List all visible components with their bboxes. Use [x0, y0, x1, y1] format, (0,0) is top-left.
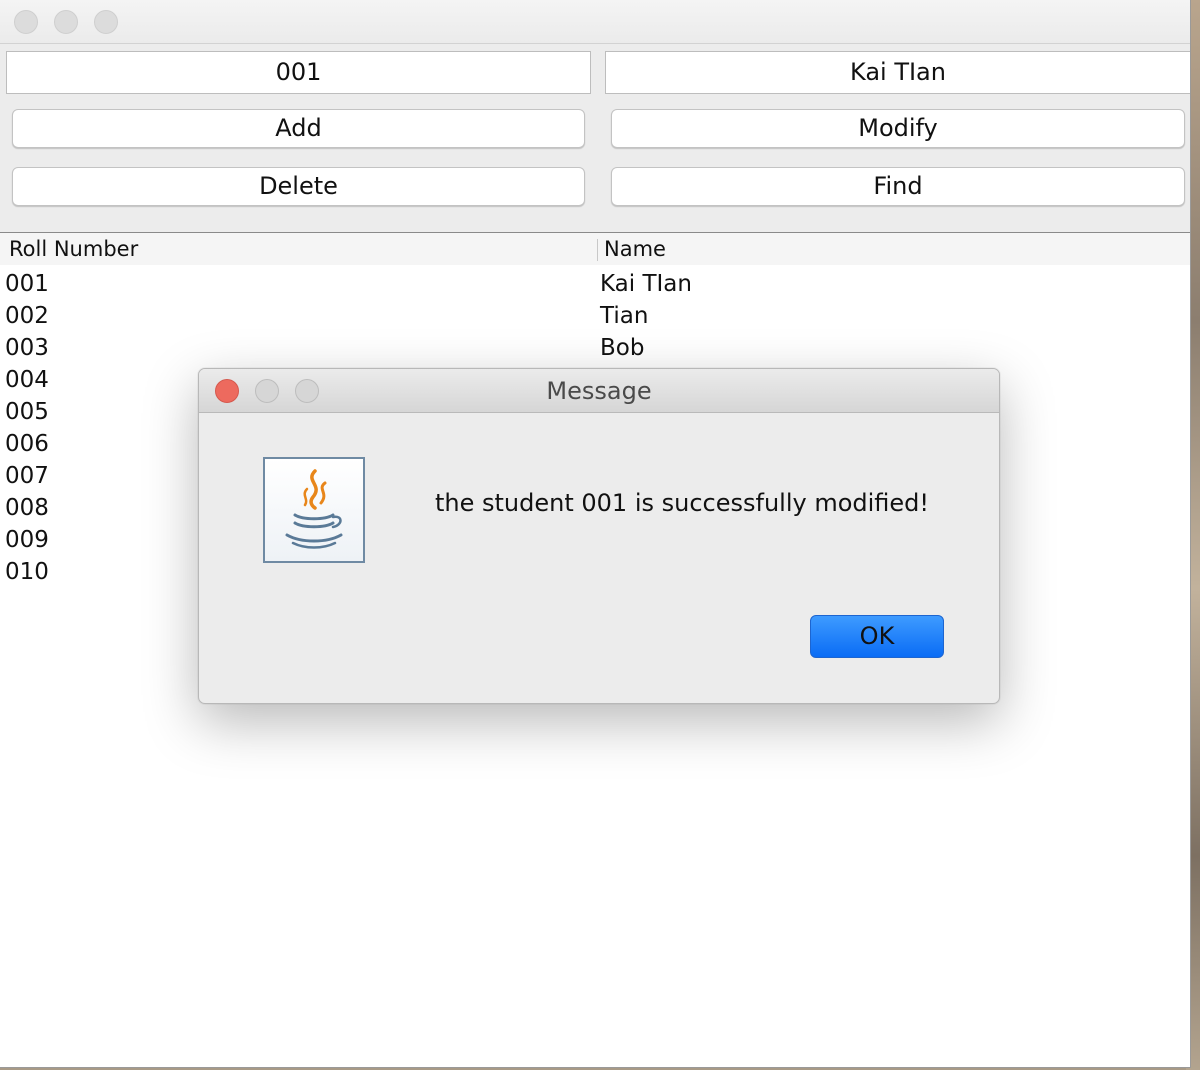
roll-number-field[interactable]: 001 [6, 51, 591, 94]
zoom-window-icon[interactable] [94, 10, 118, 34]
delete-button[interactable]: Delete [12, 167, 585, 206]
window-titlebar [0, 0, 1190, 44]
roll-number-cell: 009 [5, 527, 49, 553]
roll-number-cell: 004 [5, 367, 49, 393]
table-row[interactable]: 001 Kai TIan [0, 268, 1190, 300]
close-window-icon[interactable] [14, 10, 38, 34]
dialog-titlebar[interactable]: Message [199, 369, 999, 413]
find-button[interactable]: Find [611, 167, 1185, 206]
roll-number-cell: 003 [5, 335, 49, 361]
add-button[interactable]: Add [12, 109, 585, 148]
roll-number-cell: 007 [5, 463, 49, 489]
roll-number-cell: 005 [5, 399, 49, 425]
dialog-title: Message [546, 377, 652, 405]
roll-number-cell: 001 [5, 271, 49, 297]
column-divider [597, 239, 598, 261]
modify-button[interactable]: Modify [611, 109, 1185, 148]
name-cell: Bob [600, 335, 645, 361]
ok-button[interactable]: OK [810, 615, 944, 658]
name-cell: Kai TIan [600, 271, 692, 297]
roll-number-cell: 010 [5, 559, 49, 585]
dialog-message: the student 001 is successfully modified… [435, 489, 930, 517]
java-icon [263, 457, 365, 563]
name-field[interactable]: Kai TIan [605, 51, 1190, 94]
roll-number-cell: 008 [5, 495, 49, 521]
name-cell: Tian [600, 303, 649, 329]
table-row[interactable]: 002 Tian [0, 300, 1190, 332]
table-header: Roll Number Name [0, 233, 1191, 265]
roll-number-cell: 006 [5, 431, 49, 457]
column-header-name[interactable]: Name [604, 233, 666, 265]
minimize-window-icon[interactable] [54, 10, 78, 34]
roll-number-cell: 002 [5, 303, 49, 329]
table-row[interactable]: 003 Bob [0, 332, 1190, 364]
column-header-roll-number[interactable]: Roll Number [9, 233, 138, 265]
column-divider [1190, 239, 1191, 261]
message-dialog: Message the student 001 is successfully … [198, 368, 1000, 704]
